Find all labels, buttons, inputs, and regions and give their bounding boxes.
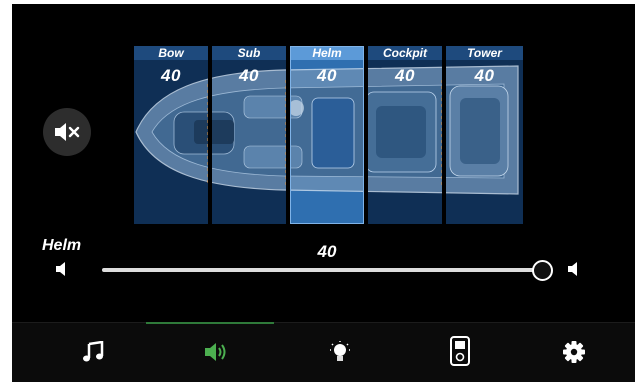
zone-tower[interactable]: Tower 40 (446, 46, 523, 224)
tab-device[interactable] (398, 323, 522, 382)
zone-cockpit[interactable]: Cockpit 40 (368, 46, 442, 224)
zone-volume: 40 (317, 66, 337, 85)
tab-audio[interactable] (152, 323, 276, 382)
selected-zone-name: Helm (42, 237, 82, 254)
zone-name: Helm (312, 46, 342, 60)
zone-name: Sub (237, 46, 261, 60)
zone-bow[interactable]: Bow 40 (134, 46, 208, 224)
selected-zone-volume: 40 (317, 242, 337, 261)
zone-name: Bow (158, 46, 184, 60)
bottom-tab-bar (12, 322, 635, 382)
light-bulb-icon (330, 341, 350, 361)
volume-low-icon (56, 262, 65, 276)
gear-icon (563, 341, 585, 363)
music-note-icon (83, 341, 104, 362)
zone-volume: 40 (395, 66, 415, 85)
mute-button[interactable] (43, 108, 91, 156)
speaker-icon (205, 343, 226, 361)
zone-volume: 40 (474, 66, 495, 85)
volume-slider-track[interactable] (102, 268, 544, 272)
volume-slider-thumb[interactable] (532, 260, 553, 281)
tab-settings[interactable] (511, 323, 635, 382)
ipod-icon (450, 336, 470, 366)
speaker-zones-panel: Bow 40 Sub 40 Helm 40 Cockpit 40 Tower 4… (134, 46, 523, 224)
speaker-mute-icon (55, 123, 80, 141)
zone-name: Tower (467, 46, 502, 60)
tab-lights[interactable] (276, 323, 400, 382)
zone-helm[interactable]: Helm 40 (290, 46, 364, 224)
active-tab-indicator (146, 322, 274, 324)
zone-volume: 40 (239, 66, 259, 85)
audio-zones-screen: Bow 40 Sub 40 Helm 40 Cockpit 40 Tower 4… (12, 4, 635, 382)
tab-music[interactable] (30, 323, 154, 382)
zone-name: Cockpit (382, 46, 427, 60)
zone-volume: 40 (161, 66, 181, 85)
zone-sub[interactable]: Sub 40 (212, 46, 286, 224)
volume-high-icon (568, 262, 577, 276)
